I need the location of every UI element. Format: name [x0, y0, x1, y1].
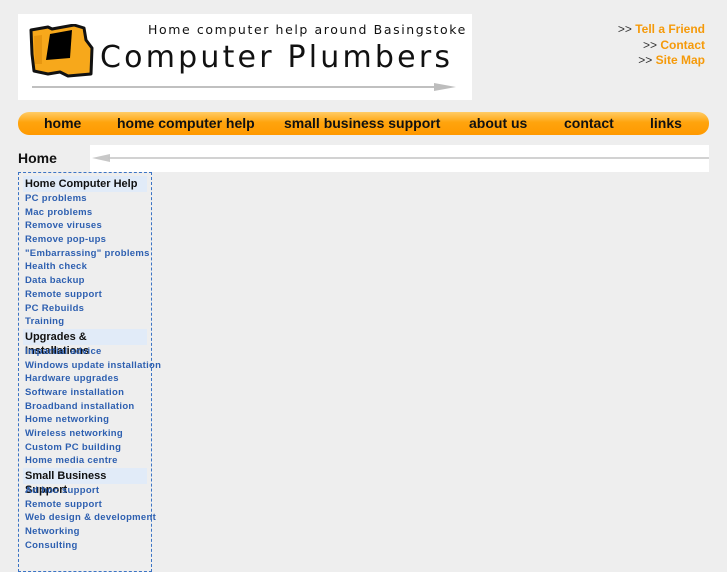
sidebar-link[interactable]: PC Rebuilds — [23, 302, 151, 316]
arrow-right-icon — [32, 83, 456, 91]
sidebar-link[interactable]: Hardware upgrades — [23, 372, 151, 386]
link-prefix: >> — [617, 22, 632, 36]
sidebar-link[interactable]: Consulting — [23, 539, 151, 553]
sidebar-link[interactable]: Mac problems — [23, 206, 151, 220]
main-nav: home home computer help small business s… — [18, 112, 709, 135]
sidebar-heading: Upgrades & Installations — [23, 328, 147, 357]
sidebar-link[interactable]: Home media centre — [23, 454, 151, 468]
nav-contact[interactable]: contact — [564, 115, 614, 131]
tell-a-friend-link[interactable]: Tell a Friend — [635, 22, 705, 36]
link-prefix: >> — [642, 37, 657, 52]
sidebar-link[interactable]: Networking — [23, 525, 151, 539]
sidebar-link[interactable]: Data backup — [23, 274, 151, 288]
nav-about-us[interactable]: about us — [469, 115, 527, 131]
sidebar-link[interactable]: Ad hoc support — [23, 484, 151, 498]
nav-links[interactable]: links — [650, 115, 682, 131]
utility-links: >> Tell a Friend >> Contact >> Site Map — [618, 22, 705, 69]
sidebar-link[interactable]: Home networking — [23, 413, 151, 427]
sidebar-link[interactable]: Health check — [23, 260, 151, 274]
sidebar-link[interactable]: PC problems — [23, 192, 151, 206]
sidebar-link[interactable]: Remove pop-ups — [23, 233, 151, 247]
sidebar-heading: Home Computer Help — [23, 176, 147, 192]
sidebar-heading: Small Business Support — [23, 468, 147, 496]
site-logo[interactable]: Home computer help around Basingstoke Co… — [18, 14, 472, 100]
sidebar-link[interactable]: Remote support — [23, 498, 151, 512]
sidebar-link[interactable]: Custom PC building — [23, 441, 151, 455]
nav-home-computer-help[interactable]: home computer help — [117, 115, 255, 131]
sidebar-link[interactable]: Web design & development — [23, 511, 156, 525]
link-prefix: >> — [638, 53, 653, 67]
sidebar-link[interactable]: Training — [23, 315, 151, 329]
breadcrumb-bar — [90, 145, 709, 172]
arrow-left-icon — [92, 154, 709, 162]
site-brand-name: Computer Plumbers — [100, 40, 454, 75]
sidebar-link[interactable]: Remote support — [23, 288, 151, 302]
sidebar-link[interactable]: Windows update installation — [23, 359, 161, 373]
site-tagline: Home computer help around Basingstoke — [148, 22, 467, 37]
sidebar-link[interactable]: Impartial advice — [23, 345, 151, 359]
sidebar-link[interactable]: Wireless networking — [23, 427, 151, 441]
site-map-link[interactable]: Site Map — [656, 53, 705, 67]
page-title: Home — [18, 150, 57, 166]
nav-home[interactable]: home — [44, 115, 81, 131]
sidebar-link[interactable]: Broadband installation — [23, 400, 151, 414]
sidebar-link[interactable]: Software installation — [23, 386, 151, 400]
sidebar-link[interactable]: Remove viruses — [23, 219, 151, 233]
contact-link[interactable]: Contact — [660, 38, 705, 52]
sidebar-menu: Home Computer Help PC problems Mac problem… — [18, 172, 161, 572]
nav-small-business-support[interactable]: small business support — [284, 115, 440, 131]
computer-logo-icon — [29, 24, 94, 78]
sidebar-link[interactable]: "Embarrassing" problems — [23, 247, 151, 261]
